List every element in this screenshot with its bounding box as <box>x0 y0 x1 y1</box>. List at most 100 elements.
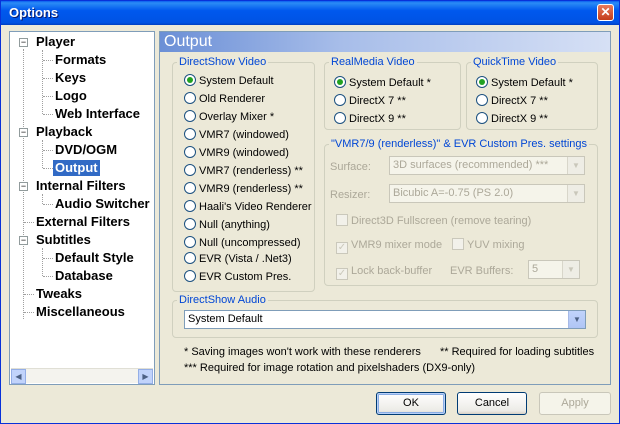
chevron-down-icon[interactable]: ▼ <box>568 311 585 328</box>
tree-connector <box>42 248 43 276</box>
dsv-option-null-uncompressed[interactable]: Null (uncompressed) <box>184 236 300 250</box>
rm-option-system-default[interactable]: System Default * <box>334 76 431 90</box>
tree-connector <box>43 276 53 277</box>
surface-label: Surface: <box>330 161 371 173</box>
scroll-right-icon[interactable]: ▶ <box>138 369 153 384</box>
radio-icon[interactable] <box>184 236 196 248</box>
dsv-option-haali[interactable]: Haali's Video Renderer <box>184 200 312 214</box>
tree-item-database[interactable]: Database <box>55 268 113 284</box>
radio-icon[interactable] <box>184 146 196 158</box>
dsv-option-null-anything[interactable]: Null (anything) <box>184 218 270 232</box>
radio-icon[interactable] <box>184 110 196 122</box>
radio-icon[interactable] <box>184 200 196 212</box>
radio-icon[interactable] <box>476 94 488 106</box>
collapse-icon[interactable]: − <box>19 128 28 137</box>
tree-item-dvd-ogm[interactable]: DVD/OGM <box>55 142 117 158</box>
radio-icon[interactable] <box>184 270 196 282</box>
title-bar[interactable]: Options ✕ <box>1 1 619 25</box>
checkbox-icon[interactable] <box>336 214 348 226</box>
tree-item-keys[interactable]: Keys <box>55 70 86 86</box>
option-label: System Default * <box>349 77 431 89</box>
ok-button[interactable]: OK <box>376 392 446 415</box>
evr-buffers-select[interactable]: 5 ▼ <box>528 260 580 279</box>
option-label: DirectX 7 ** <box>349 95 406 107</box>
tree-connector <box>43 78 53 79</box>
chevron-down-icon[interactable]: ▼ <box>562 261 579 278</box>
collapse-icon[interactable]: − <box>19 236 28 245</box>
radio-icon[interactable] <box>184 92 196 104</box>
chevron-down-icon[interactable]: ▼ <box>567 185 584 202</box>
option-label: Old Renderer <box>199 93 266 105</box>
dsv-option-system-default[interactable]: System Default <box>184 74 274 88</box>
tree-item-internal-filters[interactable]: Internal Filters <box>36 178 126 194</box>
radio-selected-icon[interactable] <box>476 76 488 88</box>
dsv-option-vmr7-windowed[interactable]: VMR7 (windowed) <box>184 128 289 142</box>
dsv-option-vmr9-renderless[interactable]: VMR9 (renderless) ** <box>184 182 303 196</box>
close-button[interactable]: ✕ <box>597 4 614 21</box>
resizer-select[interactable]: Bicubic A=-0.75 (PS 2.0) ▼ <box>389 184 585 203</box>
dsv-option-vmr7-renderless[interactable]: VMR7 (renderless) ** <box>184 164 303 178</box>
option-label: VMR9 (renderless) ** <box>199 183 303 195</box>
tree-horizontal-scrollbar[interactable]: ◀ ▶ <box>11 368 153 384</box>
tree-item-formats[interactable]: Formats <box>55 52 106 68</box>
option-label: YUV mixing <box>467 239 525 251</box>
directshow-audio-value: System Default <box>188 313 263 325</box>
checkbox-checked-icon[interactable]: ✓ <box>336 242 348 254</box>
dsv-option-vmr9-windowed[interactable]: VMR9 (windowed) <box>184 146 289 160</box>
qt-option-system-default[interactable]: System Default * <box>476 76 573 90</box>
tree-item-external-filters[interactable]: External Filters <box>36 214 130 230</box>
chevron-down-icon[interactable]: ▼ <box>567 157 584 174</box>
radio-icon[interactable] <box>184 218 196 230</box>
page-header: Output <box>160 32 610 52</box>
cancel-button[interactable]: Cancel <box>457 392 527 415</box>
collapse-icon[interactable]: − <box>19 182 28 191</box>
radio-selected-icon[interactable] <box>184 74 196 86</box>
tree-item-player[interactable]: Player <box>36 34 75 50</box>
collapse-icon[interactable]: − <box>19 38 28 47</box>
surface-select[interactable]: 3D surfaces (recommended) *** ▼ <box>389 156 585 175</box>
qt-option-directx7[interactable]: DirectX 7 ** <box>476 94 548 108</box>
dsv-option-evr[interactable]: EVR (Vista / .Net3) <box>184 252 292 266</box>
apply-button[interactable]: Apply <box>539 392 611 415</box>
tree-item-tweaks[interactable]: Tweaks <box>36 286 82 302</box>
tree-item-web-interface[interactable]: Web Interface <box>55 106 140 122</box>
tree-connector <box>24 312 34 313</box>
radio-icon[interactable] <box>184 164 196 176</box>
d3d-fullscreen-checkbox[interactable]: Direct3D Fullscreen (remove tearing) <box>336 214 531 228</box>
radio-icon[interactable] <box>334 94 346 106</box>
tree-item-playback[interactable]: Playback <box>36 124 92 140</box>
scroll-left-icon[interactable]: ◀ <box>11 369 26 384</box>
option-label: Overlay Mixer * <box>199 111 275 123</box>
radio-icon[interactable] <box>184 252 196 264</box>
radio-icon[interactable] <box>184 182 196 194</box>
dsv-option-old-renderer[interactable]: Old Renderer <box>184 92 265 106</box>
checkbox-checked-icon[interactable]: ✓ <box>336 268 348 280</box>
dsv-option-overlay-mixer[interactable]: Overlay Mixer * <box>184 110 274 124</box>
radio-selected-icon[interactable] <box>334 76 346 88</box>
yuv-mixing-checkbox[interactable]: YUV mixing <box>452 238 524 252</box>
option-label: Lock back-buffer <box>351 265 433 277</box>
radio-icon[interactable] <box>334 112 346 124</box>
tree-connector <box>43 204 53 205</box>
tree-item-logo[interactable]: Logo <box>55 88 87 104</box>
rm-option-directx9[interactable]: DirectX 9 ** <box>334 112 406 126</box>
note-required-subtitles: ** Required for loading subtitles <box>440 346 595 358</box>
option-label: Direct3D Fullscreen (remove tearing) <box>351 215 532 227</box>
tree-item-subtitles[interactable]: Subtitles <box>36 232 91 248</box>
rm-option-directx7[interactable]: DirectX 7 ** <box>334 94 406 108</box>
tree-item-miscellaneous[interactable]: Miscellaneous <box>36 304 125 320</box>
tree-item-default-style[interactable]: Default Style <box>55 250 134 266</box>
option-label: DirectX 9 ** <box>491 113 548 125</box>
tree-item-audio-switcher[interactable]: Audio Switcher <box>55 196 150 212</box>
tree-item-output[interactable]: Output <box>53 160 100 176</box>
directshow-audio-select[interactable]: System Default ▼ <box>184 310 586 329</box>
lock-backbuffer-checkbox[interactable]: ✓ Lock back-buffer <box>336 264 432 280</box>
checkbox-icon[interactable] <box>452 238 464 250</box>
vmr9-mixer-checkbox[interactable]: ✓ VMR9 mixer mode <box>336 238 442 254</box>
dsv-option-evr-custom[interactable]: EVR Custom Pres. <box>184 270 291 284</box>
radio-icon[interactable] <box>184 128 196 140</box>
directshow-video-legend: DirectShow Video <box>179 56 267 68</box>
option-label: VMR9 mixer mode <box>351 239 443 251</box>
radio-icon[interactable] <box>476 112 488 124</box>
qt-option-directx9[interactable]: DirectX 9 ** <box>476 112 548 126</box>
